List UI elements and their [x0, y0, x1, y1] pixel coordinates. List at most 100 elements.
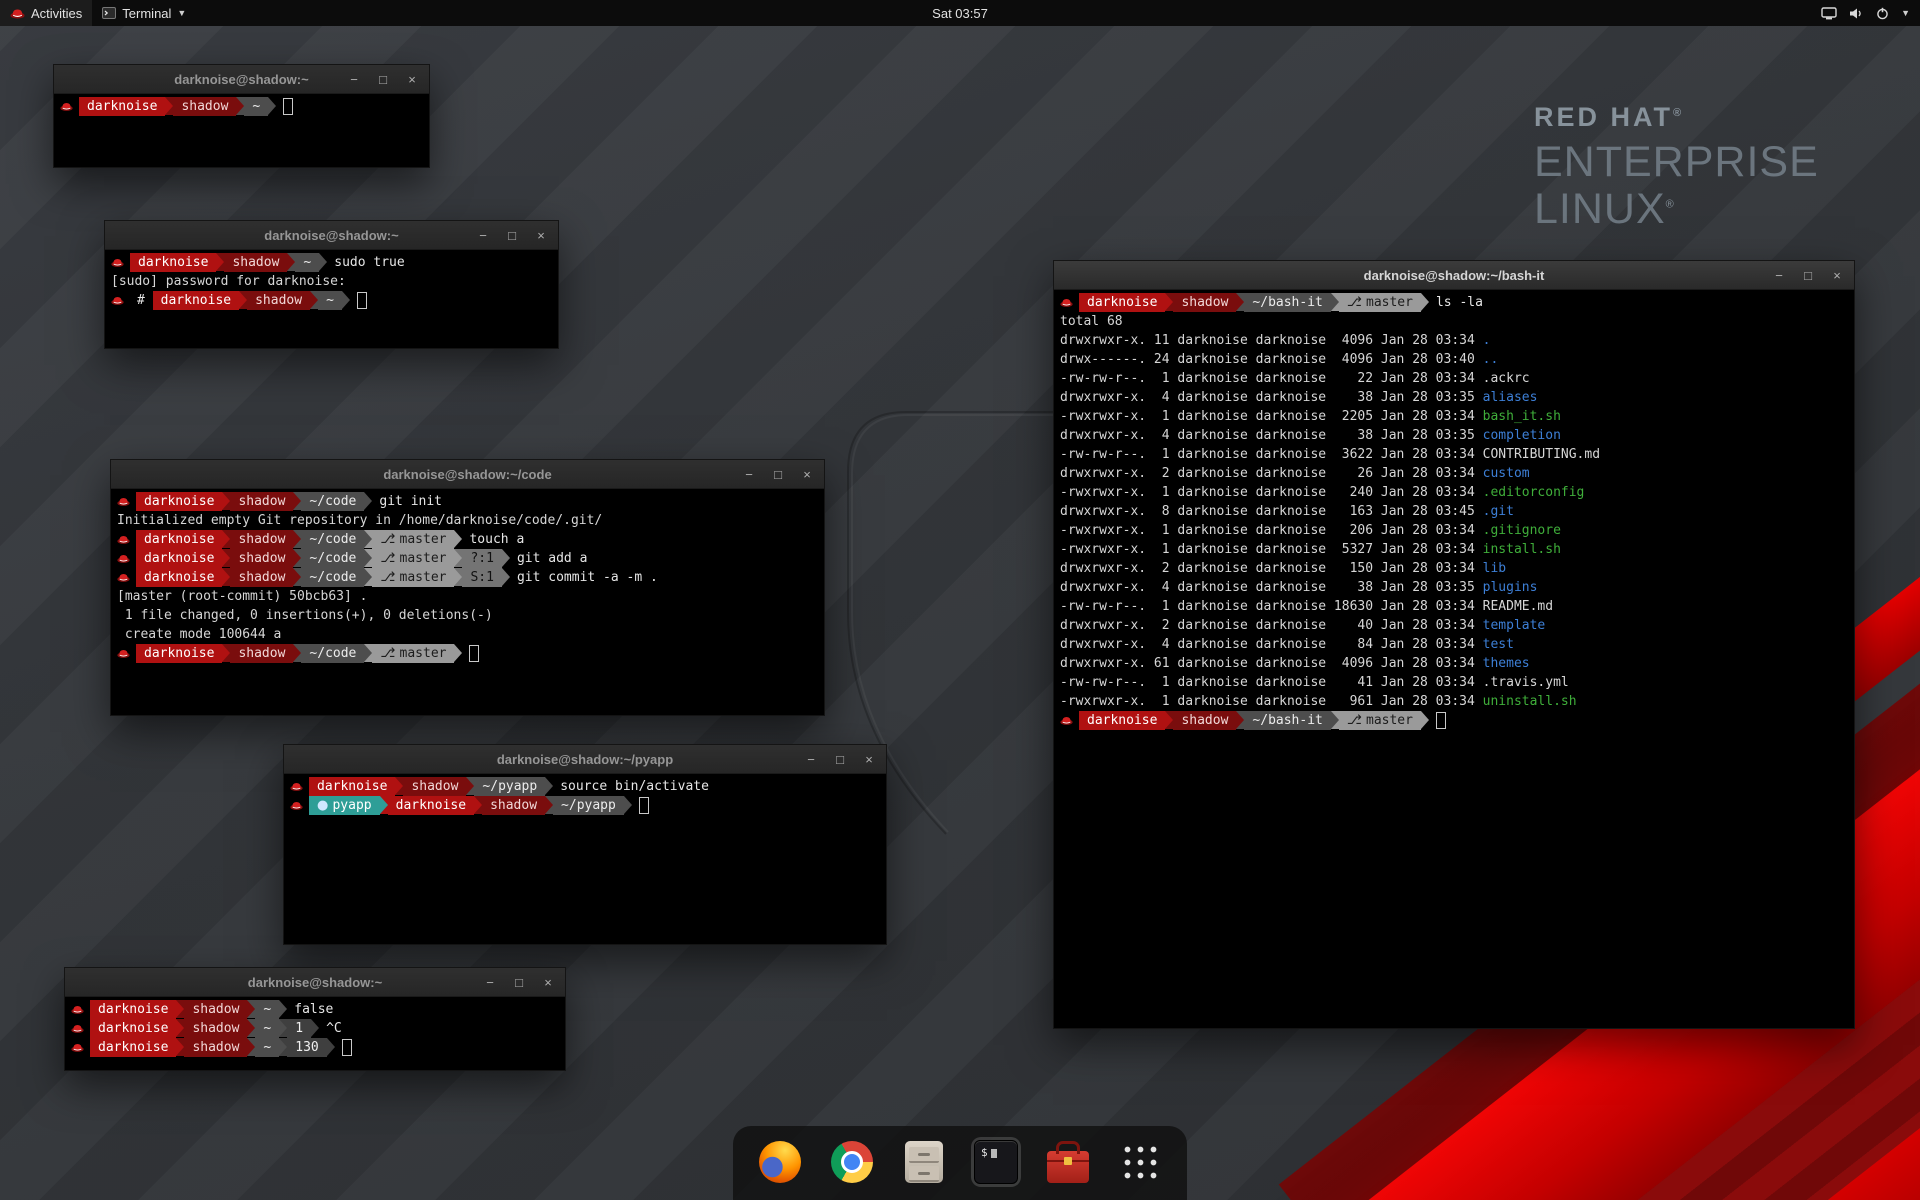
power-icon: [1876, 7, 1889, 20]
close-button[interactable]: ×: [1830, 268, 1844, 283]
ls-entry-meta: -rw-rw-r--. 1 darknoise darknoise 3622 J…: [1060, 445, 1483, 464]
minimize-button[interactable]: −: [804, 752, 818, 767]
window-titlebar[interactable]: darknoise@shadow:~−□×: [105, 221, 558, 250]
powerline-separator-icon: [176, 1038, 184, 1056]
window-titlebar[interactable]: darknoise@shadow:~/bash-it−□×: [1054, 261, 1854, 290]
app-menu-label: Terminal: [122, 6, 171, 21]
terminal-content[interactable]: darknoiseshadow~/bash-it⎇ masterls -lato…: [1054, 290, 1854, 1028]
git-branch-icon: ⎇: [380, 644, 399, 663]
terminal-line: drwxrwxr-x. 4 darknoise darknoise 38 Jan…: [1060, 426, 1848, 445]
powerline-separator-icon: [380, 796, 388, 814]
prompt-segment-host: shadow: [230, 492, 293, 511]
close-button[interactable]: ×: [541, 975, 555, 990]
caret-down-icon: ▼: [1901, 8, 1910, 18]
terminal-line: -rw-rw-r--. 1 darknoise darknoise 3622 J…: [1060, 445, 1848, 464]
powerline-separator-icon: [1236, 293, 1244, 311]
ls-entry-name: .: [1483, 331, 1491, 350]
terminal-line: darknoiseshadow~/bash-it⎇ masterls -la: [1060, 293, 1848, 312]
powerline-separator-icon: [466, 777, 474, 795]
window-titlebar[interactable]: darknoise@shadow:~/code−□×: [111, 460, 824, 489]
terminal-line: darknoiseshadow~/code⎇ masterS:1git comm…: [117, 568, 818, 587]
minimize-button[interactable]: −: [476, 228, 490, 243]
terminal-content[interactable]: darknoiseshadow~falsedarknoiseshadow~1^C…: [65, 997, 565, 1070]
prompt-segment-user: darknoise: [388, 796, 474, 815]
powerline-separator-icon: [454, 644, 462, 662]
ls-entry-name: plugins: [1483, 578, 1538, 597]
terminal-window-sudo[interactable]: darknoise@shadow:~−□×darknoiseshadow~sud…: [104, 220, 559, 349]
terminal-window-exitcodes[interactable]: darknoise@shadow:~−□×darknoiseshadow~fal…: [64, 967, 566, 1071]
dock-item-files[interactable]: [899, 1137, 949, 1187]
window-buttons: −□ ×: [742, 467, 824, 482]
terminal-content[interactable]: darknoiseshadow~sudo true[sudo] password…: [105, 250, 558, 348]
ls-entry-meta: -rw-rw-r--. 1 darknoise darknoise 22 Jan…: [1060, 369, 1483, 388]
maximize-button[interactable]: □: [771, 467, 785, 482]
window-titlebar[interactable]: darknoise@shadow:~−□×: [54, 65, 429, 94]
dock-item-chrome[interactable]: [827, 1137, 877, 1187]
terminal-content[interactable]: darknoiseshadow~/codegit initInitialized…: [111, 489, 824, 715]
command-text: ls -la: [1429, 293, 1483, 312]
close-button[interactable]: ×: [862, 752, 876, 767]
minimize-button[interactable]: −: [1772, 268, 1786, 283]
close-button[interactable]: ×: [534, 228, 548, 243]
terminal-window-pyapp[interactable]: darknoise@shadow:~/pyapp−□×darknoiseshad…: [283, 744, 887, 945]
maximize-button[interactable]: □: [505, 228, 519, 243]
terminal-window-bashit[interactable]: darknoise@shadow:~/bash-it−□×darknoisesh…: [1053, 260, 1855, 1029]
prompt-segment-user: darknoise: [79, 97, 165, 116]
caret-down-icon: ▼: [177, 8, 186, 18]
maximize-button[interactable]: □: [376, 72, 390, 87]
terminal-output-text: [master (root-commit) 50bcb63] .: [117, 587, 367, 606]
minimize-button[interactable]: −: [483, 975, 497, 990]
system-tray[interactable]: ▼: [1811, 0, 1920, 26]
minimize-button[interactable]: −: [742, 467, 756, 482]
powerline-separator-icon: [502, 549, 510, 567]
close-button[interactable]: ×: [800, 467, 814, 482]
powerline-separator-icon: [236, 97, 244, 115]
window-titlebar[interactable]: darknoise@shadow:~/pyapp−□×: [284, 745, 886, 774]
powerline-separator-icon: [364, 530, 372, 548]
command-text: git add a: [510, 549, 587, 568]
dock-item-firefox[interactable]: [755, 1137, 805, 1187]
prompt-segment-host: shadow: [184, 1038, 247, 1057]
volume-icon: [1849, 7, 1864, 20]
terminal-line: drwxrwxr-x. 2 darknoise darknoise 40 Jan…: [1060, 616, 1848, 635]
dock-item-show-applications[interactable]: [1115, 1137, 1165, 1187]
prompt-segment-git: ⎇ master: [372, 568, 454, 587]
maximize-button[interactable]: □: [512, 975, 526, 990]
redhat-prompt-icon: [71, 1019, 86, 1038]
terminal-line: drwxrwxr-x. 61 darknoise darknoise 4096 …: [1060, 654, 1848, 673]
command-text: #: [130, 291, 153, 310]
maximize-button[interactable]: □: [1801, 268, 1815, 283]
prompt-segment-host: shadow: [230, 549, 293, 568]
prompt-segment-path: ~: [295, 253, 319, 272]
terminal-output-text: [sudo] password for darknoise:: [111, 272, 346, 291]
powerline-separator-icon: [247, 1019, 255, 1037]
terminal-window-home-small[interactable]: darknoise@shadow:~−□×darknoiseshadow~: [53, 64, 430, 168]
dock-item-terminal[interactable]: $: [971, 1137, 1021, 1187]
terminal-cursor: [639, 797, 649, 814]
firefox-icon: [759, 1141, 801, 1183]
terminal-output-text: 1 file changed, 0 insertions(+), 0 delet…: [117, 606, 493, 625]
activities-button[interactable]: Activities: [0, 0, 92, 26]
prompt-segment-path: ~: [244, 97, 268, 116]
app-menu-terminal[interactable]: Terminal ▼: [92, 0, 196, 26]
ls-entry-name: aliases: [1483, 388, 1538, 407]
clock[interactable]: Sat 03:57: [932, 6, 988, 21]
close-button[interactable]: ×: [405, 72, 419, 87]
terminal-app-icon: [102, 7, 116, 19]
terminal-line: drwxrwxr-x. 8 darknoise darknoise 163 Ja…: [1060, 502, 1848, 521]
terminal-line: drwxrwxr-x. 2 darknoise darknoise 26 Jan…: [1060, 464, 1848, 483]
terminal-window-code[interactable]: darknoise@shadow:~/code−□×darknoiseshado…: [110, 459, 825, 716]
maximize-button[interactable]: □: [833, 752, 847, 767]
minimize-button[interactable]: −: [347, 72, 361, 87]
prompt-segment-host: shadow: [173, 97, 236, 116]
dock-item-software[interactable]: [1043, 1137, 1093, 1187]
powerline-separator-icon: [293, 492, 301, 510]
git-branch-icon: ⎇: [1347, 711, 1366, 730]
prompt-segment-user: darknoise: [153, 291, 239, 310]
terminal-cursor: [1436, 712, 1446, 729]
terminal-content[interactable]: darknoiseshadow~/pyappsource bin/activat…: [284, 774, 886, 944]
window-titlebar[interactable]: darknoise@shadow:~−□×: [65, 968, 565, 997]
ls-entry-meta: -rwxrwxr-x. 1 darknoise darknoise 2205 J…: [1060, 407, 1483, 426]
ls-entry-meta: drwxrwxr-x. 2 darknoise darknoise 150 Ja…: [1060, 559, 1483, 578]
terminal-content[interactable]: darknoise shadow ~: [54, 94, 429, 167]
